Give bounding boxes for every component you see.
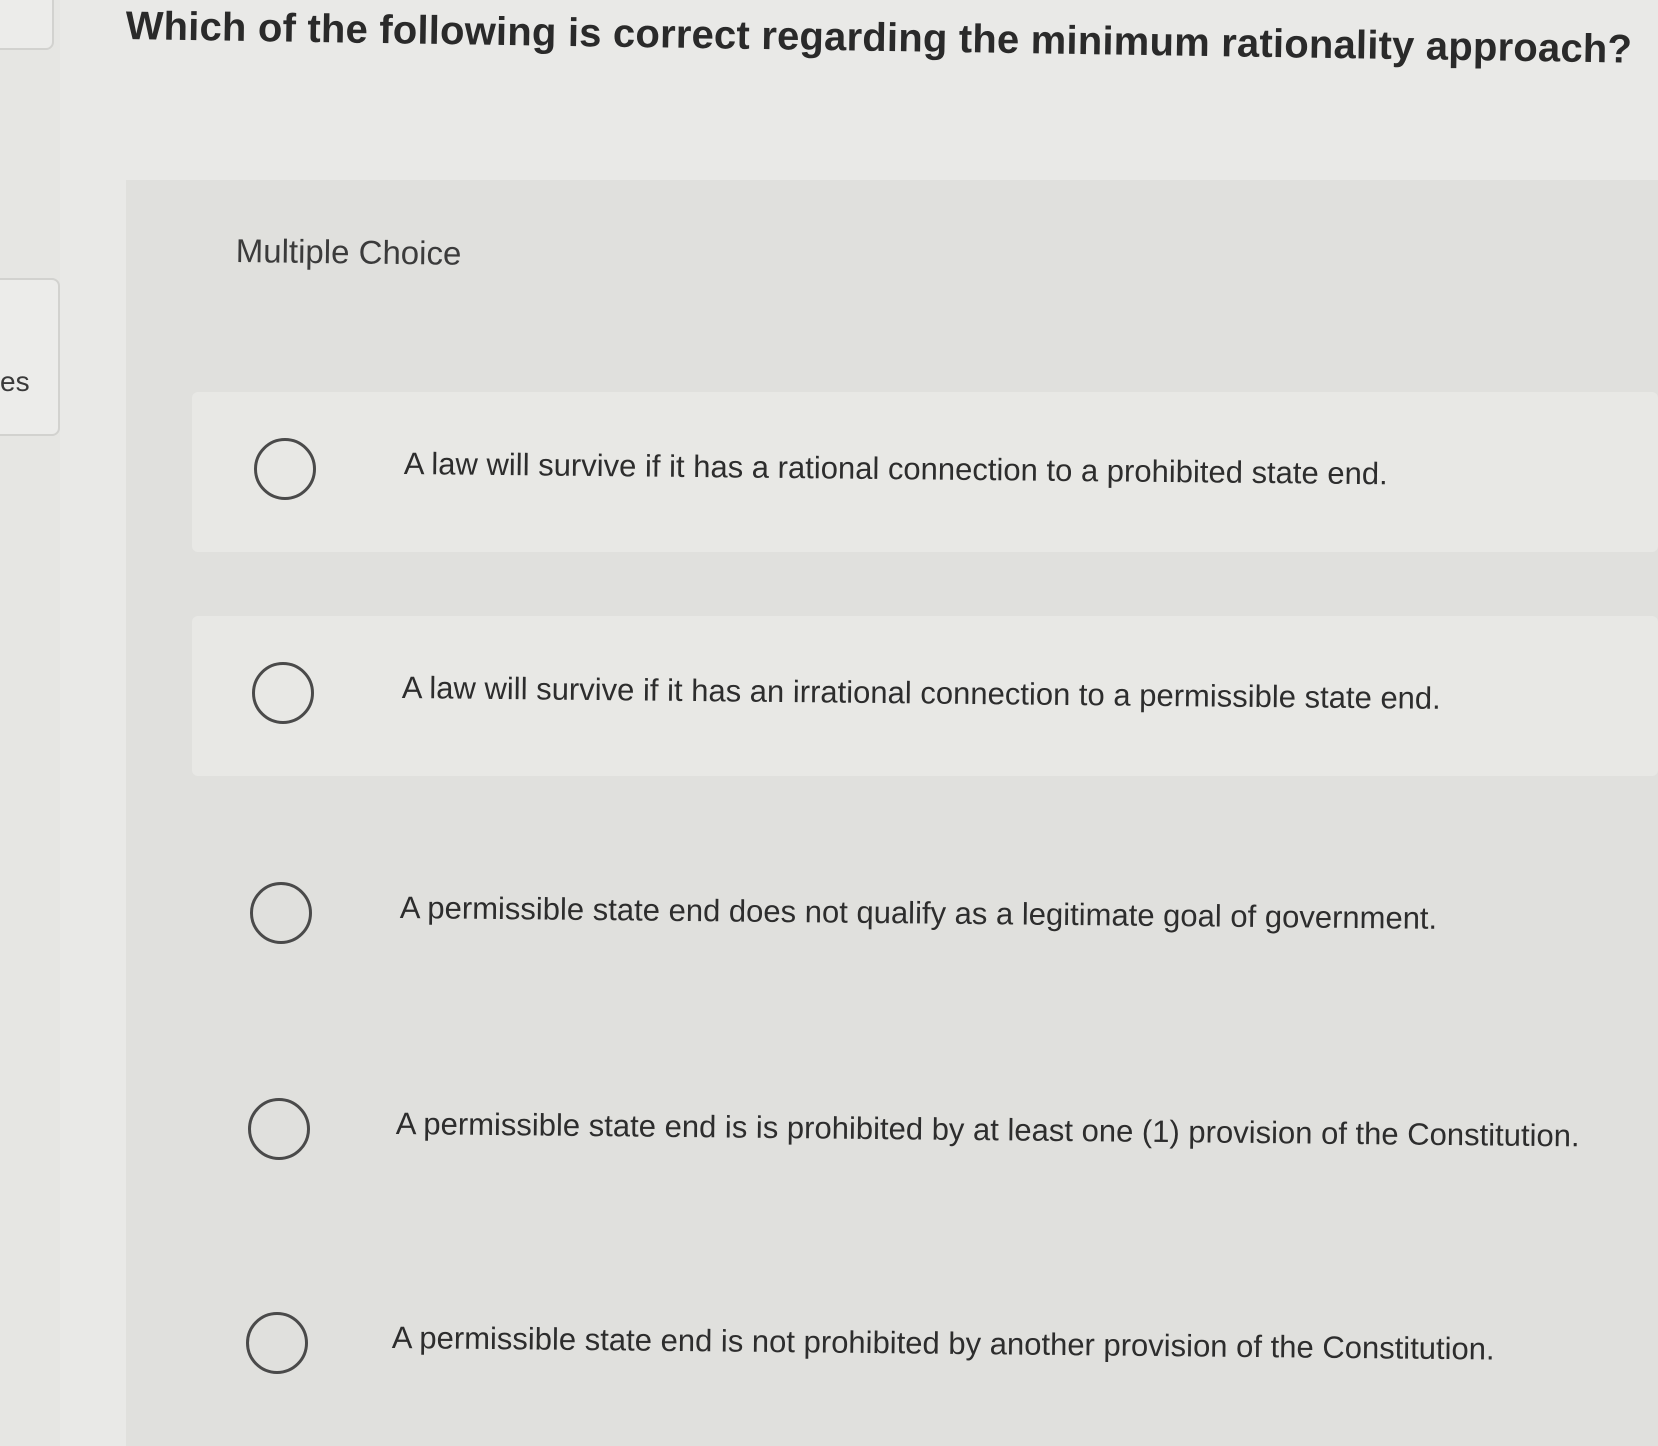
answer-option-label: A permissible state end does not qualify… <box>399 890 1438 936</box>
radio-button[interactable] <box>254 438 316 500</box>
answer-option-4[interactable]: A permissible state end is is prohibited… <box>192 1052 1658 1212</box>
sidebar-tab[interactable] <box>0 278 60 436</box>
answer-option-label: A law will survive if it has a rational … <box>403 446 1388 492</box>
answer-option-1[interactable]: A law will survive if it has a rational … <box>192 392 1658 552</box>
question-type-label: Multiple Choice <box>235 232 462 272</box>
radio-button[interactable] <box>252 662 314 724</box>
answer-option-label: A law will survive if it has an irration… <box>401 670 1441 716</box>
left-sidebar: es <box>0 0 60 1446</box>
answer-option-5[interactable]: A permissible state end is not prohibite… <box>192 1266 1658 1426</box>
radio-button[interactable] <box>248 1098 310 1160</box>
question-prompt: Which of the following is correct regard… <box>125 4 1633 72</box>
answer-option-2[interactable]: A law will survive if it has an irration… <box>192 616 1658 776</box>
answer-option-3[interactable]: A permissible state end does not qualify… <box>192 836 1658 996</box>
radio-button[interactable] <box>250 882 312 944</box>
sidebar-partial-label: es <box>0 366 30 397</box>
sidebar-tab-top[interactable] <box>0 0 54 50</box>
answer-option-label: A permissible state end is is prohibited… <box>395 1106 1580 1154</box>
answer-panel <box>126 180 1658 1446</box>
answer-option-label: A permissible state end is not prohibite… <box>391 1320 1495 1367</box>
radio-button[interactable] <box>246 1312 308 1374</box>
